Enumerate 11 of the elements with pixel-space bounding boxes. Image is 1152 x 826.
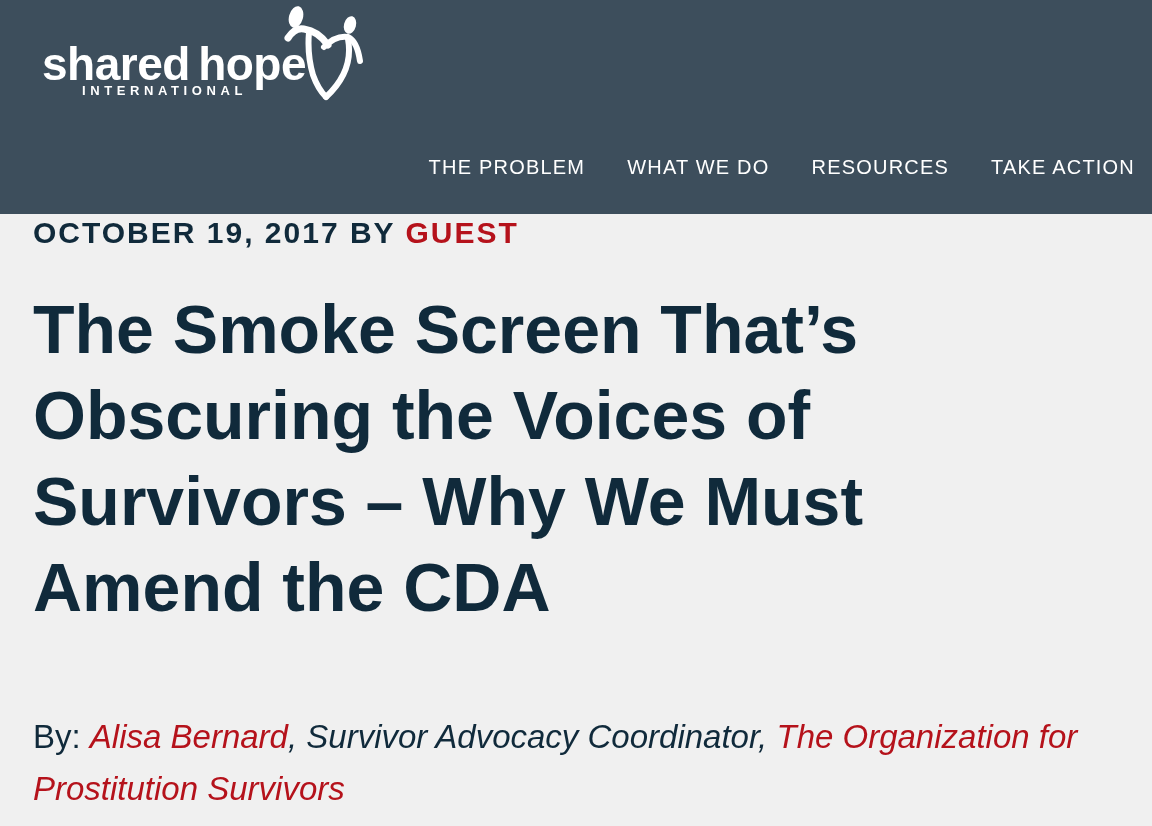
nav-link[interactable]: TAKE ACTION <box>991 155 1135 179</box>
byline-link[interactable]: The Organization for <box>776 718 1078 755</box>
post-title: The Smoke Screen That’s Obscuring the Voices of Survivors – Why We Must Amend the CDA <box>33 290 865 627</box>
author-link[interactable]: GUEST <box>405 216 519 249</box>
post-meta: OCTOBER 19, 2017 BY GUEST <box>33 217 519 249</box>
author-byline: By: Alisa Bernard, Survivor Advocacy Coordinator, The Organization for Prostitution Survivors <box>33 717 1080 809</box>
nav-link[interactable]: WHAT WE DO <box>627 155 770 179</box>
nav-link[interactable]: THE PROBLEM <box>428 155 586 179</box>
nav-link[interactable]: RESOURCES <box>811 155 950 179</box>
byline-link[interactable]: Prostitution Survivors <box>33 770 345 807</box>
byline-link[interactable]: Alisa Bernard <box>89 718 288 755</box>
